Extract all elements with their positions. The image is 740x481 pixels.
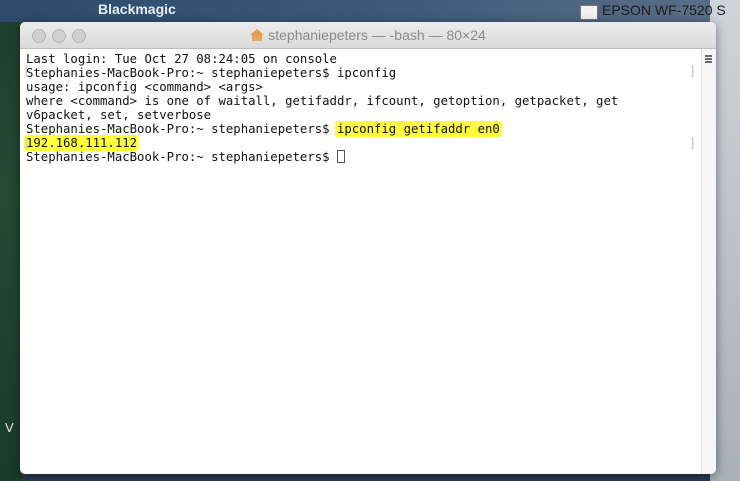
printer-icon[interactable] [580, 5, 598, 20]
background-window-label[interactable]: Blackmagic [98, 1, 176, 17]
ip-address-output: 192.168.111.112 [24, 135, 140, 151]
terminal-line: where <command> is one of waitall, getif… [26, 94, 619, 108]
terminal-line-highlighted-command: Stephanies-MacBook-Pro:~ stephaniepeters… [26, 121, 696, 137]
text-cursor [336, 150, 345, 163]
terminal-line: Last login: Tue Oct 27 08:24:05 on conso… [26, 52, 337, 66]
terminal-content[interactable]: Last login: Tue Oct 27 08:24:05 on conso… [20, 49, 702, 474]
selection-bracket-right: ] [688, 64, 696, 78]
terminal-line: usage: ipconfig <command> <args> [26, 80, 263, 94]
terminal-line-ip-output: 192.168.111.112 [24, 135, 696, 151]
terminal-line: Stephanies-MacBook-Pro:~ stephaniepeters… [26, 66, 397, 80]
desktop-edge-glyph: V [5, 420, 14, 435]
title-bar[interactable]: stephaniepeters — -bash — 80×24 [20, 22, 716, 49]
terminal-window[interactable]: stephaniepeters — -bash — 80×24 Last log… [20, 22, 716, 474]
terminal-line-current-prompt: Stephanies-MacBook-Pro:~ stephaniepeters… [26, 150, 696, 164]
prompt-text: Stephanies-MacBook-Pro:~ stephaniepeters… [26, 122, 337, 136]
window-title-group: stephaniepeters — -bash — 80×24 [20, 27, 716, 43]
scrollbar[interactable] [701, 49, 716, 474]
highlighted-command: ipconfig getifaddr en0 [334, 121, 502, 137]
selection-bracket-left: [ [23, 136, 31, 150]
printer-label[interactable]: EPSON WF-7520 S [602, 2, 726, 18]
terminal-line: v6packet, set, setverbose [26, 108, 212, 122]
scroll-menu-icon[interactable] [705, 55, 712, 63]
window-title: stephaniepeters — -bash — 80×24 [268, 27, 486, 43]
home-icon [250, 29, 265, 41]
current-prompt: Stephanies-MacBook-Pro:~ stephaniepeters… [26, 150, 337, 164]
desktop-background-left [0, 0, 22, 481]
selection-bracket-right: ] [688, 136, 696, 150]
selection-bracket-left: [ [23, 64, 31, 78]
